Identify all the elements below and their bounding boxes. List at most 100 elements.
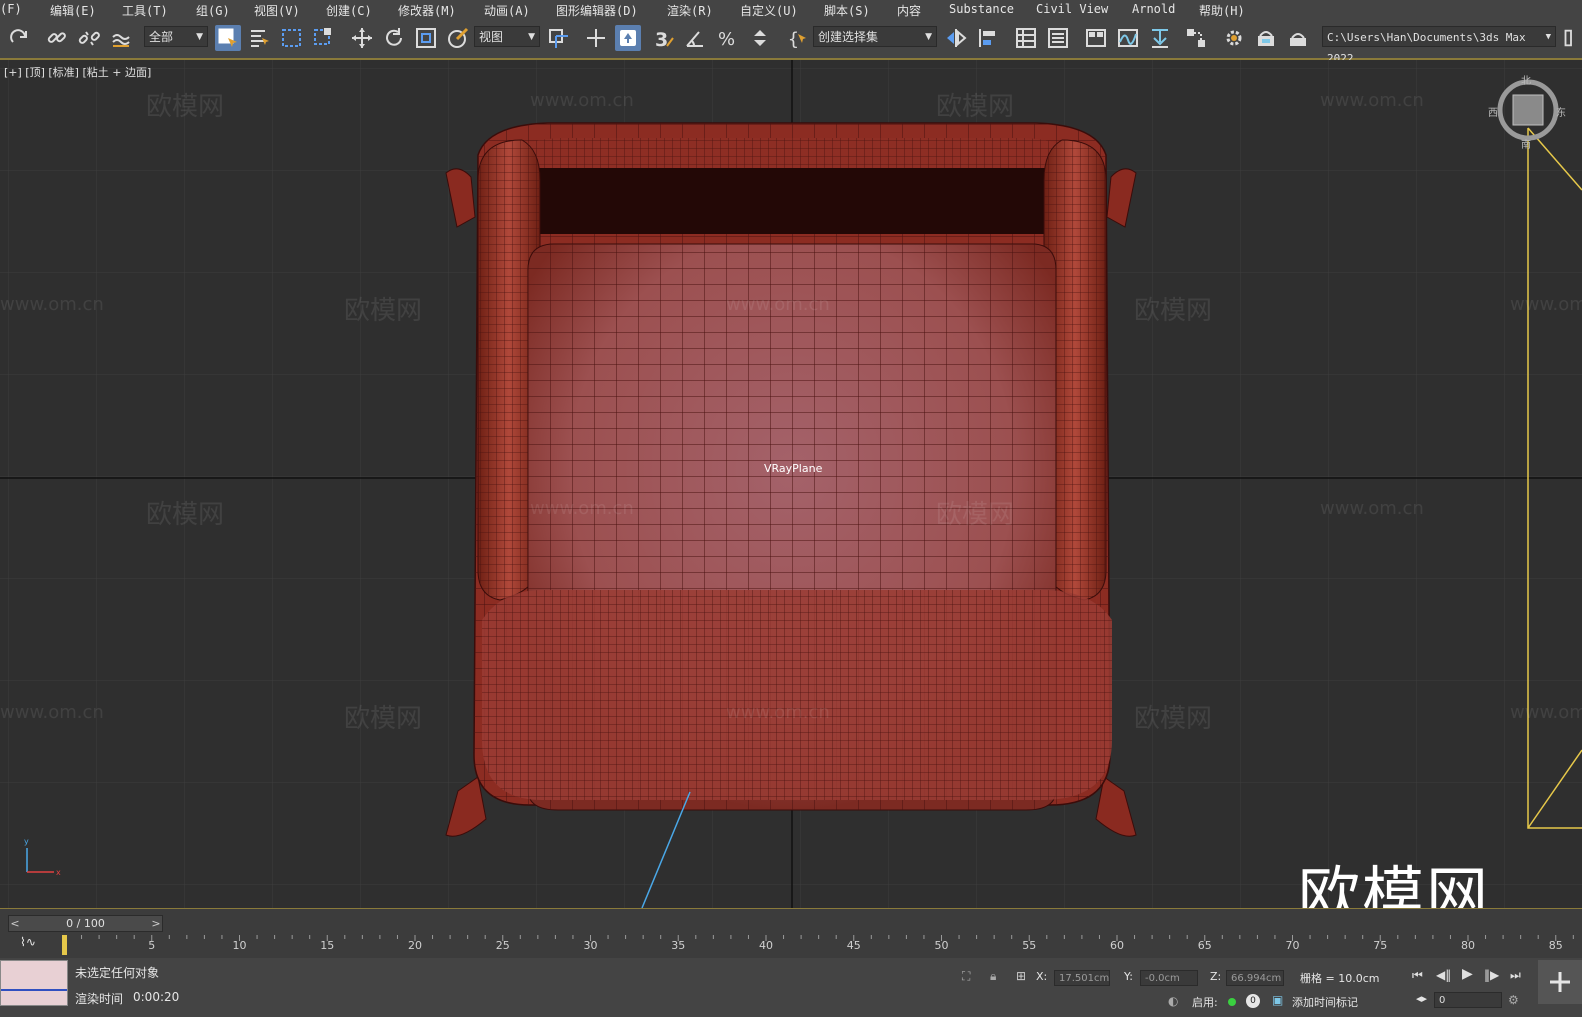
chevron-right-icon[interactable]: >	[150, 916, 162, 931]
track-bar[interactable]: 5 10 15 20 25 30 35 40 45 50 55 60 65 70 75 80 85	[62, 935, 1582, 957]
curve-editor-icon[interactable]	[1115, 25, 1141, 51]
sofa-model[interactable]	[445, 122, 1137, 837]
watermark-url: www.om.cn	[0, 702, 104, 723]
y-coord-field[interactable]: -0.0cm	[1140, 970, 1198, 986]
schematic-icon[interactable]	[1147, 25, 1173, 51]
edit-named-sets-icon[interactable]: {	[785, 25, 811, 51]
render-setup-icon[interactable]	[1221, 25, 1247, 51]
scale-icon[interactable]	[413, 25, 439, 51]
x-label: X:	[1036, 970, 1048, 983]
time-tag-count-icon[interactable]: 0	[1246, 994, 1260, 1008]
add-time-tag[interactable]: 添加时间标记	[1292, 994, 1358, 1010]
watermark-url: www.om.cn	[1510, 294, 1582, 315]
add-viewport-icon[interactable]	[1538, 960, 1582, 1004]
time-tag-icon[interactable]: ▣	[1272, 993, 1283, 1007]
render-time-label: 渲染时间	[75, 992, 124, 1006]
layers-icon[interactable]	[1013, 25, 1039, 51]
overflow-icon[interactable]	[1560, 25, 1582, 51]
go-to-start-icon[interactable]: ⏮	[1412, 968, 1423, 983]
menu-substance[interactable]: Substance	[949, 2, 1014, 16]
previous-frame-icon[interactable]: ◀‖	[1436, 968, 1451, 982]
selection-filter-dropdown[interactable]: 全部 ▼	[144, 26, 208, 47]
watermark: 欧模网	[1134, 704, 1213, 734]
play-icon[interactable]: ▶	[1462, 966, 1473, 982]
time-slider[interactable]: < 0 / 100 >	[8, 915, 163, 932]
isolate-icon[interactable]: ⛶	[962, 969, 970, 984]
select-manipulate-icon[interactable]	[583, 25, 609, 51]
track-tick-label: 50	[934, 939, 949, 952]
next-frame-icon[interactable]: ‖▶	[1484, 968, 1499, 982]
watermark-logo: 欧模网	[1298, 859, 1491, 908]
lock-icon[interactable]: 🔒︎	[990, 969, 996, 984]
ribbon-icon[interactable]	[1083, 25, 1109, 51]
align-icon[interactable]	[975, 25, 1001, 51]
chevron-down-icon: ▼	[528, 32, 535, 42]
menu-scripting[interactable]: 脚本(S)	[824, 2, 870, 19]
mirror-icon[interactable]	[943, 25, 969, 51]
redo-icon[interactable]	[6, 25, 32, 51]
unlink-icon[interactable]	[76, 25, 102, 51]
menu-create[interactable]: 创建(C)	[326, 2, 372, 19]
enable-label: 启用:	[1192, 996, 1218, 1009]
ref-coord-dropdown[interactable]: 视图 ▼	[474, 26, 540, 47]
track-tick-label: 20	[408, 939, 422, 952]
menu-views[interactable]: 视图(V)	[254, 2, 300, 19]
adaptive-degradation-icon[interactable]: ◐	[1168, 994, 1178, 1008]
select-object-icon[interactable]	[215, 25, 241, 51]
menu-customize[interactable]: 自定义(U)	[740, 2, 798, 19]
maxscript-listener[interactable]	[0, 960, 68, 1006]
menu-group[interactable]: 组(G)	[196, 2, 230, 19]
menu-modifiers[interactable]: 修改器(M)	[398, 2, 456, 19]
menu-file[interactable]: (F)	[0, 2, 22, 16]
track-tick-label: 5	[148, 939, 156, 952]
menu-arnold[interactable]: Arnold	[1132, 2, 1175, 16]
scene-explorer-icon[interactable]	[1045, 25, 1071, 51]
go-to-end-icon[interactable]: ⏭	[1510, 968, 1521, 983]
link-icon[interactable]	[44, 25, 70, 51]
absolute-mode-icon[interactable]: ⊞	[1016, 969, 1026, 983]
watermark-url: www.om.cn	[1320, 90, 1424, 111]
spinner-snap-icon[interactable]	[747, 25, 773, 51]
z-coord-value: 66.994cm	[1231, 973, 1282, 984]
menu-content[interactable]: 内容	[897, 2, 921, 19]
menu-tools[interactable]: 工具(T)	[122, 2, 168, 19]
watermark-url: www.om.cn	[726, 702, 830, 723]
window-crossing-icon[interactable]	[311, 25, 337, 51]
menu-bar: (F) 编辑(E) 工具(T) 组(G) 视图(V) 创建(C) 修改器(M) …	[0, 0, 1582, 21]
viewcube-east: 东	[1556, 108, 1566, 119]
rotate-icon[interactable]	[381, 25, 407, 51]
menu-animation[interactable]: 动画(A)	[484, 2, 530, 19]
rect-region-icon[interactable]	[279, 25, 305, 51]
viewport-label[interactable]: [+] [顶] [标准] [粘土 + 边面]	[4, 64, 151, 80]
z-coord-field[interactable]: 66.994cm	[1226, 970, 1284, 986]
move-icon[interactable]	[349, 25, 375, 51]
time-config-icon[interactable]: ⚙	[1508, 993, 1519, 1007]
percent-snap-icon[interactable]: %	[715, 25, 741, 51]
svg-text:%: %	[718, 29, 735, 50]
bind-spacewarp-icon[interactable]	[108, 25, 134, 51]
render-frame-icon[interactable]	[1253, 25, 1279, 51]
menu-civil-view[interactable]: Civil View	[1036, 2, 1108, 16]
viewport-top[interactable]: y x [+] [顶] [标准] [粘土 + 边面] 北 南 西 东 欧模网 w…	[0, 60, 1582, 908]
select-by-name-icon[interactable]	[247, 25, 273, 51]
pivot-icon[interactable]	[545, 25, 571, 51]
menu-help[interactable]: 帮助(H)	[1199, 2, 1245, 19]
frame-field[interactable]: 0	[1434, 992, 1502, 1008]
snap-3-icon[interactable]: 3	[651, 25, 677, 51]
project-path-dropdown[interactable]: C:\Users\Han\Documents\3ds Max 2022 ▼	[1322, 26, 1556, 65]
menu-rendering[interactable]: 渲染(R)	[667, 2, 713, 19]
placement-icon[interactable]	[445, 25, 471, 51]
track-tick-label: 45	[846, 939, 861, 952]
y-coord-value: -0.0cm	[1145, 973, 1180, 984]
named-selection-dropdown[interactable]: 创建选择集 ▼	[813, 26, 937, 47]
keyboard-shortcut-icon[interactable]	[615, 25, 641, 51]
frame-spinner-icon[interactable]: ◂▸	[1416, 992, 1427, 1005]
menu-graph-editors[interactable]: 图形编辑器(D)	[556, 2, 638, 19]
x-coord-field[interactable]: 17.501cm	[1054, 970, 1110, 986]
svg-text:x: x	[56, 868, 61, 877]
material-editor-icon[interactable]	[1183, 25, 1209, 51]
angle-snap-icon[interactable]	[683, 25, 709, 51]
render-icon[interactable]	[1285, 25, 1311, 51]
menu-edit[interactable]: 编辑(E)	[50, 2, 96, 19]
curve-mini-icon[interactable]: ⌇∿	[20, 935, 36, 949]
